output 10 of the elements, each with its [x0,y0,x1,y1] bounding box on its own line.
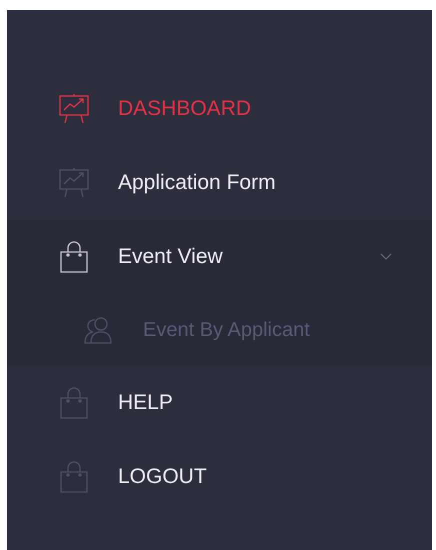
presentation-chart-icon [58,167,90,199]
presentation-chart-icon [58,93,90,125]
shopping-bag-icon [58,387,90,419]
shopping-bag-icon [58,461,90,493]
chevron-icon[interactable] [380,253,392,261]
menu-item[interactable]: LOGOUT [118,461,207,493]
menu-item[interactable]: Event View [118,241,223,273]
menu-item[interactable]: Application Form [118,167,276,199]
menu-item[interactable]: HELP [118,387,173,419]
shopping-bag-icon [58,241,90,273]
